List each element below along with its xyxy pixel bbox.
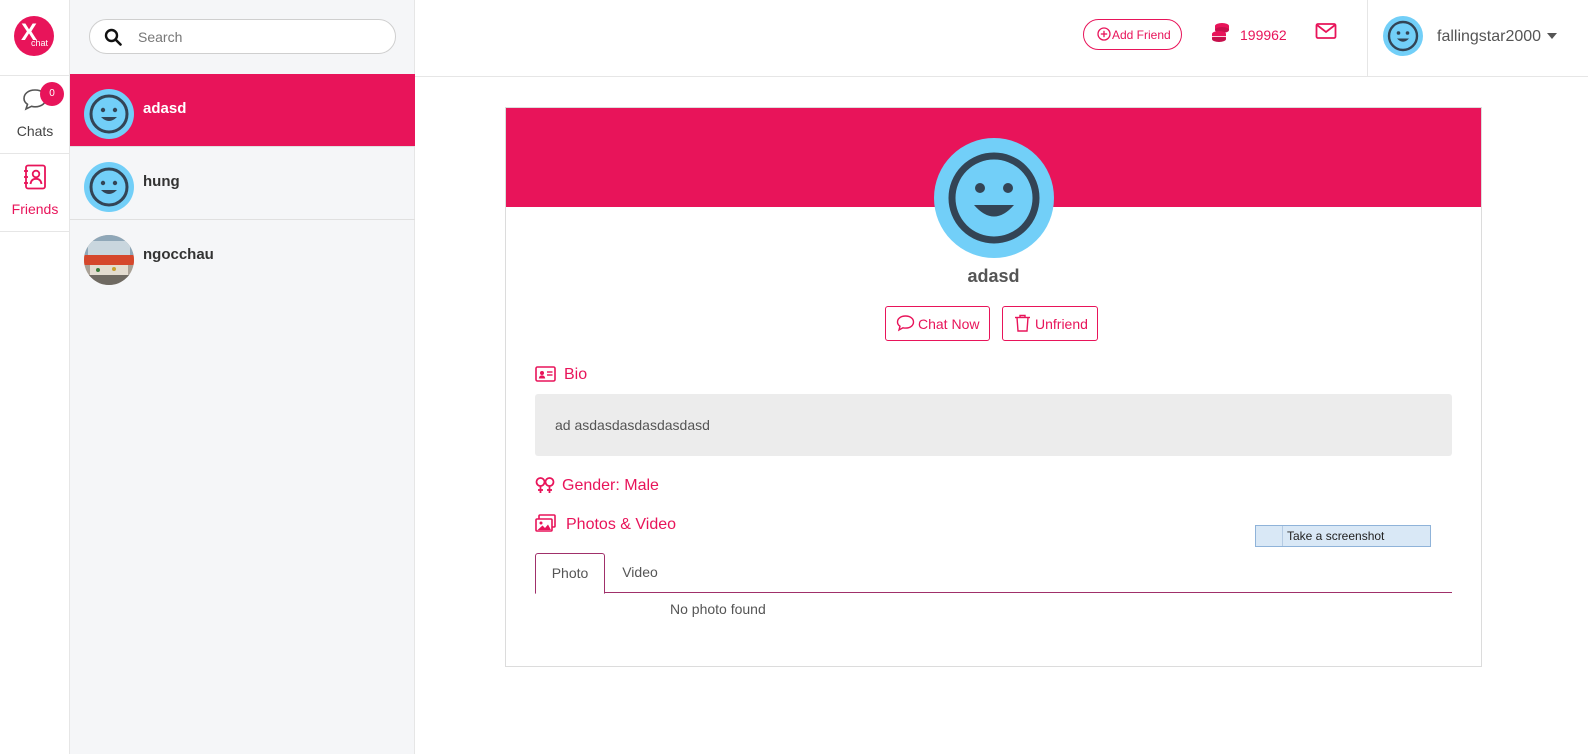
take-screenshot-button[interactable]: Take a screenshot [1255, 525, 1431, 547]
add-friend-label: Add Friend [1112, 28, 1171, 42]
friend-item-hung[interactable]: hung [70, 147, 415, 220]
bio-title: Bio [564, 366, 588, 383]
user-avatar[interactable] [1383, 16, 1423, 56]
unfriend-label: Unfriend [1035, 316, 1088, 332]
chat-now-label: Chat Now [918, 316, 980, 332]
plus-circle-icon [1097, 27, 1111, 41]
nav-chats-label: Chats [16, 123, 54, 139]
profile-card: adasd Chat Now Unfriend Bio ad asdasdasd… [505, 107, 1482, 667]
bio-box: ad asdasdasdasdasdasd [535, 394, 1452, 456]
logo-sub: chat [31, 38, 49, 48]
chat-now-button[interactable]: Chat Now [885, 306, 990, 341]
friend-name: hung [143, 173, 180, 190]
search-box [89, 19, 396, 54]
profile-name: adasd [967, 266, 1020, 286]
avatar [84, 89, 134, 139]
friend-item-ngocchau[interactable]: ngocchau [70, 220, 415, 293]
mail-icon[interactable] [1315, 22, 1337, 40]
divider [1367, 0, 1368, 76]
gender-icon [535, 477, 555, 493]
contact-book-icon [24, 164, 46, 190]
tab-video[interactable]: Video [610, 553, 670, 593]
bio-text: ad asdasdasdasdasdasd [555, 417, 710, 433]
top-header: Add Friend 199962 fallingstar2000 [415, 0, 1588, 77]
add-friend-button[interactable]: Add Friend [1083, 19, 1182, 50]
caret-down-icon[interactable] [1547, 33, 1557, 40]
user-menu-name[interactable]: fallingstar2000 [1437, 28, 1541, 46]
chats-count-badge: 0 [40, 82, 64, 106]
divider [1282, 526, 1283, 546]
gender-label: Gender: Male [562, 477, 659, 494]
search-input[interactable] [138, 26, 378, 48]
friend-name: adasd [143, 100, 187, 117]
avatar [84, 162, 134, 212]
nav-chats[interactable]: 0 Chats [0, 76, 70, 154]
friend-item-adasd[interactable]: adasd [70, 74, 415, 147]
trash-icon [1015, 314, 1030, 332]
tabs-underline [535, 592, 1452, 593]
nav-friends-label: Friends [11, 201, 59, 217]
coins-icon [1212, 23, 1229, 42]
unfriend-button[interactable]: Unfriend [1002, 306, 1098, 341]
tab-photo[interactable]: Photo [535, 553, 605, 594]
profile-avatar [934, 138, 1054, 258]
id-card-icon [535, 366, 556, 382]
left-nav-rail: X chat 0 Chats Friends [0, 0, 70, 754]
photos-icon [535, 514, 556, 532]
take-screenshot-label: Take a screenshot [1287, 529, 1385, 543]
avatar-photo [84, 235, 134, 285]
empty-state-text: No photo found [670, 601, 766, 617]
coin-balance[interactable]: 199962 [1210, 22, 1300, 46]
nav-friends[interactable]: Friends [0, 154, 70, 232]
photos-title: Photos & Video [566, 516, 677, 533]
search-icon[interactable] [104, 28, 122, 46]
coin-count: 199962 [1240, 27, 1287, 43]
friends-list-panel: adasd hung ngocchau [70, 0, 415, 754]
friend-name: ngocchau [143, 246, 214, 263]
app-logo[interactable]: X chat [14, 16, 54, 56]
chat-bubble-icon [896, 315, 915, 332]
